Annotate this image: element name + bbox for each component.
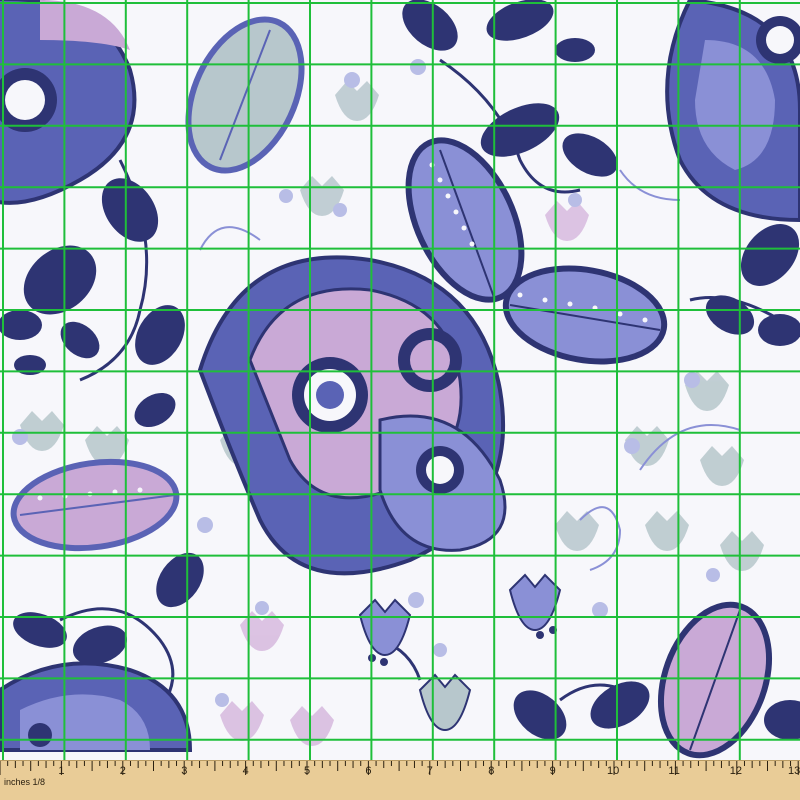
ruler-number: 8	[488, 765, 495, 777]
paisley-pattern	[0, 0, 800, 760]
ruler-number: 4	[242, 765, 249, 777]
ruler-number: 12	[729, 765, 743, 777]
ruler-number: 10	[607, 765, 620, 777]
ruler-number: 2	[119, 765, 126, 777]
fabric-swatch: inches 1/8 1 2 3 4 5 6 7 8 9 10 11 12 13	[0, 0, 800, 800]
ruler-number: 6	[365, 765, 372, 777]
ruler-number: 9	[549, 765, 556, 777]
ruler-number: 1	[58, 765, 65, 777]
ruler-number: 11	[668, 765, 680, 777]
ruler-unit-label: inches 1/8	[4, 777, 46, 787]
ruler-number: 13	[788, 765, 800, 777]
ruler-number: 5	[304, 765, 311, 777]
ruler-number: 3	[181, 765, 188, 777]
ruler: inches 1/8 1 2 3 4 5 6 7 8 9 10 11 12 13	[0, 760, 800, 800]
ruler-number: 7	[426, 765, 433, 777]
